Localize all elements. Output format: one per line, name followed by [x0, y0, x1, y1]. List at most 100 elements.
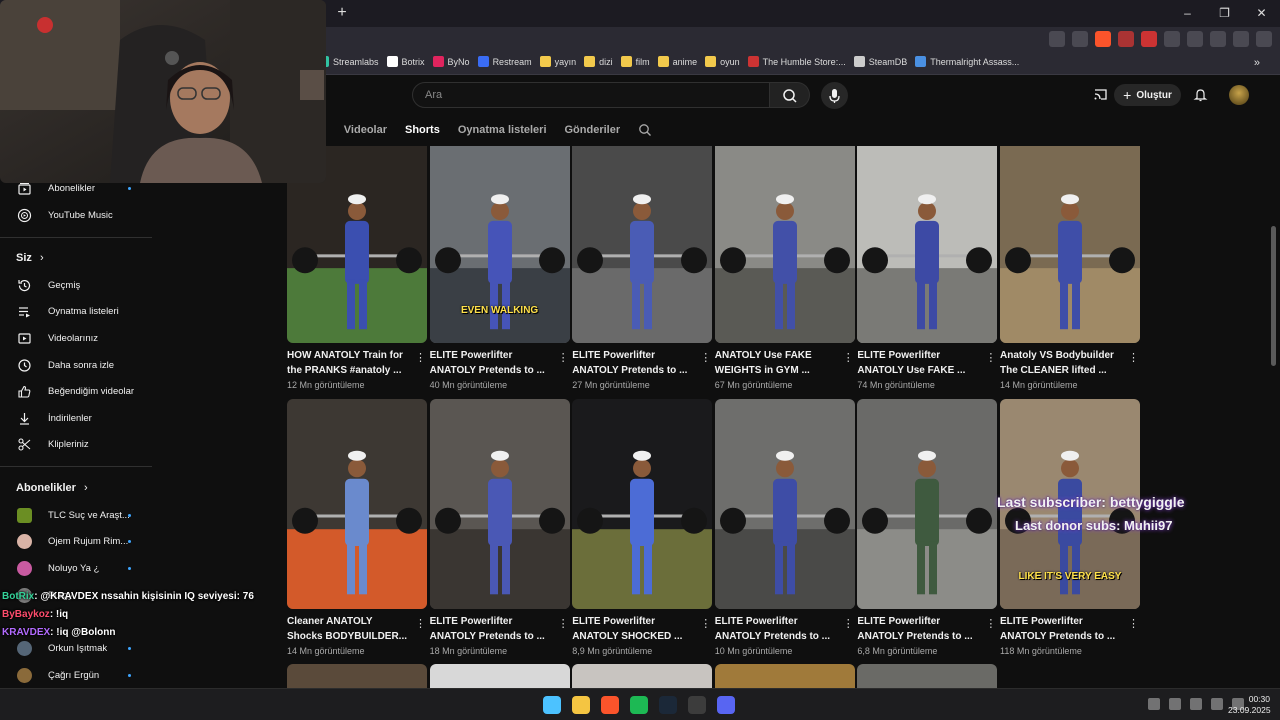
minimize-button[interactable]: – [1169, 0, 1206, 27]
cast-icon[interactable] [1093, 87, 1108, 102]
extensions-menu-icon[interactable] [1164, 31, 1180, 47]
more-actions-icon[interactable]: ⋮ [558, 617, 569, 630]
bookmark-item[interactable]: Streamlabs [318, 56, 379, 67]
sidebar-item-watch-later[interactable]: Daha sonra izle [0, 353, 155, 377]
sidebar-channel-item[interactable]: TLC Suç ve Araşt... [0, 503, 155, 527]
short-thumbnail[interactable] [714, 399, 855, 609]
bookmark-item[interactable]: Restream [477, 56, 532, 67]
sidebar-you-heading[interactable]: Siz › [16, 252, 44, 264]
sidebar-subscriptions-heading[interactable]: Abonelikler › [16, 482, 88, 494]
tab-videos[interactable]: Videolar [344, 124, 387, 136]
clock[interactable]: 00:30 23.09.2025 [1228, 694, 1271, 716]
sidebar-channel-item[interactable]: Çağrı Ergün [0, 663, 155, 687]
sidebar-channel-item[interactable]: Noluyo Ya ¿ [0, 556, 155, 580]
bookmark-item[interactable]: anime [657, 56, 697, 67]
spotify-icon[interactable] [630, 696, 648, 714]
sidebar-item-history[interactable]: Geçmiş [0, 273, 155, 297]
sidebar-item-youtube-music[interactable]: YouTube Music [0, 203, 155, 227]
short-title[interactable]: Cleaner ANATOLY Shocks BODYBUILDER... [287, 614, 409, 644]
short-title[interactable]: ELITE Powerlifter ANATOLY Pretends to ..… [715, 614, 837, 644]
bookmark-item[interactable]: yayın [539, 56, 576, 67]
bookmark-item[interactable]: ByNo [432, 56, 470, 67]
short-title[interactable]: ELITE Powerlifter ANATOLY SHOCKED ... [572, 614, 694, 644]
search-input[interactable]: Ara [412, 82, 770, 108]
discord-icon[interactable] [717, 696, 735, 714]
file-explorer-icon[interactable] [572, 696, 590, 714]
short-thumbnail[interactable] [287, 399, 427, 609]
bookmark-item[interactable]: The Humble Store:... [747, 56, 846, 67]
more-actions-icon[interactable]: ⋮ [843, 617, 854, 630]
volume-icon[interactable] [1211, 698, 1223, 710]
sidebar-item-liked-videos[interactable]: Beğendiğim videolar [0, 379, 155, 403]
tab-playlists[interactable]: Oynatma listeleri [458, 124, 547, 136]
close-window-button[interactable]: ✕ [1243, 0, 1280, 27]
wallet-icon[interactable] [1210, 31, 1226, 47]
search-button[interactable] [770, 82, 810, 108]
bookmark-item[interactable]: SteamDB [853, 56, 907, 67]
more-actions-icon[interactable]: ⋮ [700, 617, 711, 630]
network-icon[interactable] [1190, 698, 1202, 710]
short-thumbnail[interactable] [429, 399, 570, 609]
sidebar-item-playlists[interactable]: Oynatma listeleri [0, 299, 155, 323]
more-actions-icon[interactable]: ⋮ [415, 617, 426, 630]
short-thumbnail[interactable]: EVEN WALKING [429, 146, 570, 343]
short-title[interactable]: ELITE Powerlifter ANATOLY Use FAKE ... [857, 348, 979, 378]
more-actions-icon[interactable]: ⋮ [700, 351, 711, 364]
start-icon[interactable] [543, 696, 561, 714]
leo-icon[interactable] [1233, 31, 1249, 47]
brave-rewards-icon[interactable] [1118, 31, 1134, 47]
sidebar-item-your-videos[interactable]: Videolarınız [0, 326, 155, 350]
short-thumbnail-partial[interactable] [429, 664, 570, 688]
short-thumbnail[interactable] [572, 399, 713, 609]
bookmark-item[interactable]: Thermalright Assass... [915, 56, 1019, 67]
more-actions-icon[interactable]: ⋮ [1128, 617, 1139, 630]
short-thumbnail[interactable] [857, 399, 998, 609]
account-avatar[interactable] [1229, 85, 1249, 105]
channel-search-icon[interactable] [638, 123, 652, 137]
sidebar-item-downloads[interactable]: İndirilenler [0, 406, 155, 430]
bookmark-item[interactable]: oyun [705, 56, 740, 67]
brave-icon[interactable] [601, 696, 619, 714]
more-actions-icon[interactable]: ⋮ [985, 351, 996, 364]
tab-posts[interactable]: Gönderiler [565, 124, 621, 136]
short-thumbnail[interactable] [1000, 146, 1140, 343]
bookmark-item[interactable]: dizi [584, 56, 613, 67]
microphone-tray-icon[interactable] [1169, 698, 1181, 710]
notifications-bell-icon[interactable] [1193, 87, 1208, 102]
bookmarks-overflow-button[interactable]: » [1254, 57, 1260, 69]
menu-icon[interactable] [1256, 31, 1272, 47]
obs-icon[interactable] [688, 696, 706, 714]
new-tab-button[interactable]: + [334, 5, 350, 21]
voice-search-button[interactable] [821, 82, 848, 109]
short-title[interactable]: ELITE Powerlifter ANATOLY Pretends to ..… [572, 348, 694, 378]
more-actions-icon[interactable]: ⋮ [415, 351, 426, 364]
short-thumbnail-partial[interactable] [572, 664, 713, 688]
more-actions-icon[interactable]: ⋮ [1128, 351, 1139, 364]
more-actions-icon[interactable]: ⋮ [985, 617, 996, 630]
bookmark-item[interactable]: film [620, 56, 650, 67]
sidebar-toggle-icon[interactable] [1187, 31, 1203, 47]
short-title[interactable]: HOW ANATOLY Train for the PRANKS #anatol… [287, 348, 409, 378]
tray-overflow-icon[interactable] [1148, 698, 1160, 710]
short-title[interactable]: ELITE Powerlifter ANATOLY Pretends to ..… [430, 348, 552, 378]
short-thumbnail[interactable] [572, 146, 713, 343]
bookmark-item[interactable]: Botrix [386, 56, 425, 67]
short-thumbnail-partial[interactable] [287, 664, 427, 688]
page-scrollbar[interactable] [1271, 226, 1276, 366]
sidebar-item-clips[interactable]: Klipleriniz [0, 432, 155, 456]
sidebar-channel-item[interactable]: Ojem Rujum Rim... [0, 529, 155, 553]
short-title[interactable]: ELITE Powerlifter ANATOLY Pretends to ..… [430, 614, 552, 644]
short-title[interactable]: ELITE Powerlifter ANATOLY Pretends to ..… [1000, 614, 1122, 644]
brave-shields-icon[interactable] [1095, 31, 1111, 47]
extension-icon[interactable] [1141, 31, 1157, 47]
sidebar-channel-item[interactable]: Orkun Işıtmak [0, 636, 155, 660]
more-actions-icon[interactable]: ⋮ [558, 351, 569, 364]
install-icon[interactable] [1049, 31, 1065, 47]
short-thumbnail[interactable] [857, 146, 998, 343]
more-actions-icon[interactable]: ⋮ [843, 351, 854, 364]
steam-icon[interactable] [659, 696, 677, 714]
short-thumbnail-partial[interactable] [714, 664, 855, 688]
maximize-button[interactable]: ❐ [1206, 0, 1243, 27]
tab-shorts[interactable]: Shorts [405, 124, 440, 136]
short-title[interactable]: Anatoly VS Bodybuilder The CLEANER lifte… [1000, 348, 1122, 378]
